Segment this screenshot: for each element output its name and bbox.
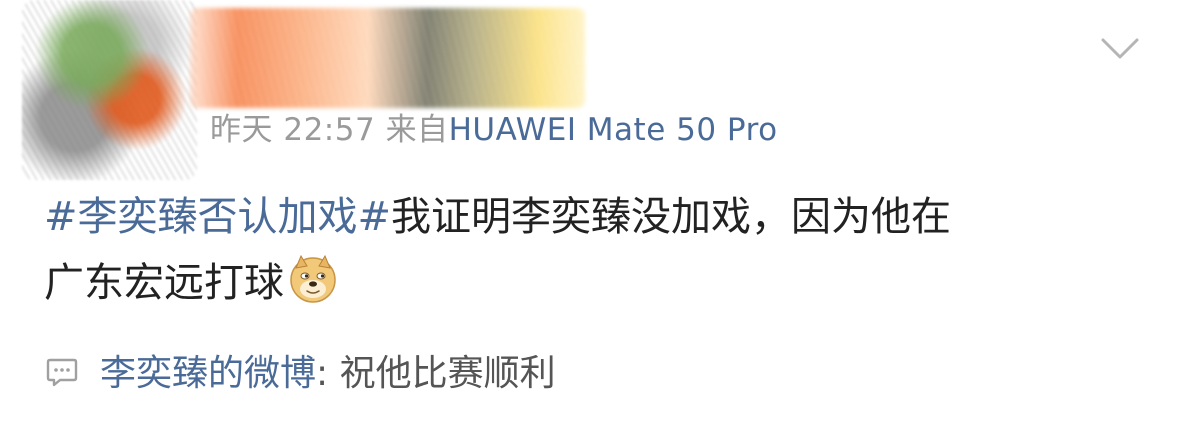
post-content: #李奕臻否认加戏#我证明李奕臻没加戏，因为他在 广东宏远打球 — [44, 184, 1154, 316]
username-redacted[interactable] — [190, 8, 585, 108]
avatar-redacted[interactable] — [22, 0, 197, 180]
doge-emoji-icon — [290, 254, 336, 303]
repost-author-link[interactable]: 李奕臻的微博 — [100, 353, 316, 394]
chevron-down-icon[interactable] — [1100, 36, 1140, 62]
repost-summary[interactable]: 李奕臻的微博: 祝他比赛顺利 — [44, 346, 556, 402]
device-link[interactable]: HUAWEI Mate 50 Pro — [449, 112, 778, 148]
post-text-line1: 我证明李奕臻没加戏，因为他在 — [391, 194, 952, 240]
repost-separator: : — [316, 353, 329, 394]
repost-text: 祝他比赛顺利 — [328, 353, 556, 394]
post-meta: 昨天 22:57 来自HUAWEI Mate 50 Pro — [210, 104, 778, 149]
timestamp-day: 昨天 — [210, 112, 273, 148]
post-text-line2: 广东宏远打球 — [44, 260, 284, 306]
source-prefix: 来自 — [385, 112, 449, 148]
topic-link[interactable]: #李奕臻否认加戏# — [44, 194, 391, 240]
comment-icon — [46, 358, 78, 387]
timestamp-time: 22:57 — [283, 112, 376, 148]
